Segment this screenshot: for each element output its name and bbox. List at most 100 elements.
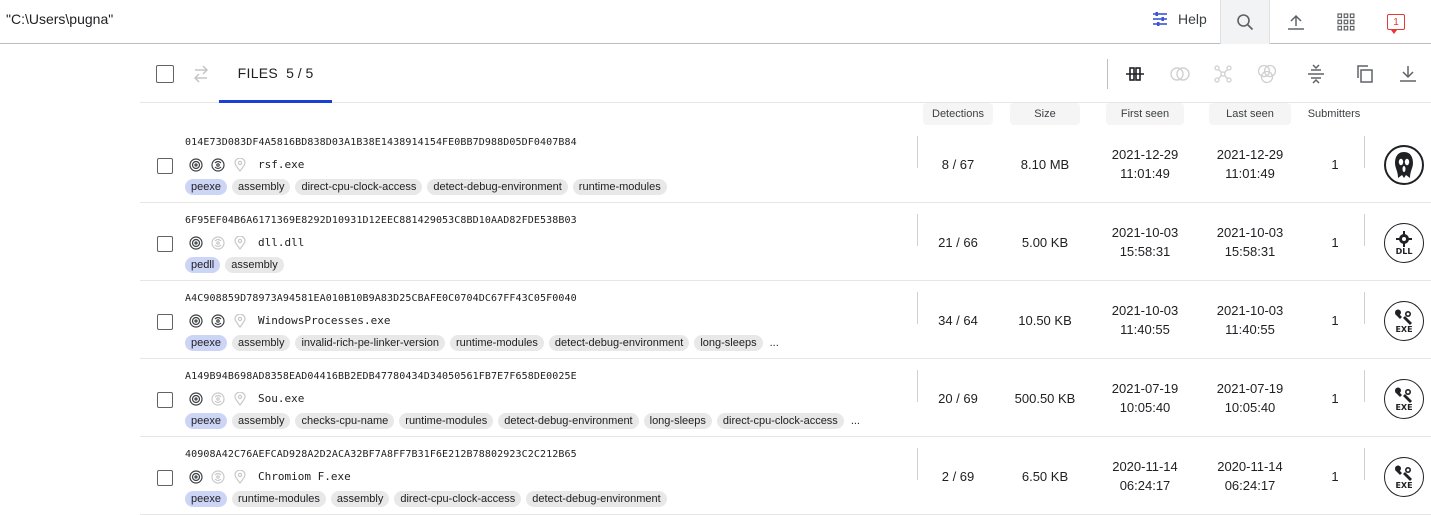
swap-button[interactable] bbox=[192, 64, 210, 89]
location-pin-icon[interactable] bbox=[232, 157, 247, 172]
tag[interactable]: long-sleeps bbox=[643, 413, 712, 429]
tag[interactable]: assembly bbox=[231, 335, 291, 351]
tag[interactable]: assembly bbox=[330, 491, 390, 507]
graph-button[interactable] bbox=[1211, 62, 1235, 86]
tag[interactable]: runtime-modules bbox=[450, 335, 544, 351]
collapse-button[interactable] bbox=[1304, 62, 1328, 86]
tag[interactable]: assembly bbox=[225, 257, 284, 273]
location-pin-icon[interactable] bbox=[232, 313, 247, 328]
file-name[interactable]: Chromiom F.exe bbox=[258, 470, 351, 483]
column-first-seen[interactable]: First seen bbox=[1106, 103, 1184, 125]
location-pin-icon[interactable] bbox=[232, 235, 247, 250]
row-checkbox[interactable] bbox=[157, 314, 173, 330]
file-name[interactable]: Sou.exe bbox=[258, 392, 304, 405]
file-meta-line: dll.dll bbox=[188, 235, 304, 250]
fingerprint-icon[interactable] bbox=[188, 157, 203, 172]
tag[interactable]: runtime-modules bbox=[399, 413, 494, 429]
size-value: 8.10 MB bbox=[1020, 156, 1070, 172]
tag[interactable]: runtime-modules bbox=[572, 179, 667, 195]
fingerprint-icon[interactable] bbox=[188, 391, 203, 406]
tag[interactable]: peexe bbox=[185, 335, 227, 351]
detections-cell[interactable]: 21 / 66 bbox=[923, 203, 993, 281]
row-checkbox[interactable] bbox=[157, 158, 173, 174]
tag[interactable]: assembly bbox=[231, 413, 291, 429]
file-hash[interactable]: A149B94B698AD8358EAD04416BB2EDB47780434D… bbox=[185, 371, 577, 382]
wrench-icon[interactable]: EXE bbox=[1384, 301, 1424, 341]
sandbox-icon[interactable] bbox=[210, 157, 225, 172]
intersect-button[interactable] bbox=[1168, 62, 1192, 86]
size-cell: 6.50 KB bbox=[1010, 437, 1080, 515]
detections-cell[interactable]: 20 / 69 bbox=[923, 359, 993, 437]
tag[interactable]: assembly bbox=[231, 179, 291, 195]
last-seen-time: 10:05:40 bbox=[1224, 400, 1276, 415]
row-checkbox[interactable] bbox=[157, 470, 173, 486]
fingerprint-icon[interactable] bbox=[188, 235, 203, 250]
table-row[interactable]: 014E73D083DF4A5816BD838D03A1B38E14389141… bbox=[140, 125, 1431, 203]
table-row[interactable]: A149B94B698AD8358EAD04416BB2EDB47780434D… bbox=[140, 359, 1431, 437]
row-checkbox[interactable] bbox=[157, 392, 173, 408]
sandbox-icon[interactable] bbox=[210, 391, 225, 406]
apps-button[interactable] bbox=[1321, 0, 1371, 44]
tag[interactable]: long-sleeps bbox=[694, 335, 763, 351]
fingerprint-icon[interactable] bbox=[188, 313, 203, 328]
tag[interactable]: direct-cpu-clock-access bbox=[295, 179, 423, 195]
file-hash[interactable]: A4C908859D78973A94581EA010B10B9A83D25CBA… bbox=[185, 293, 577, 304]
search-query[interactable]: "C:\Users\pugna" bbox=[6, 11, 113, 27]
location-pin-icon[interactable] bbox=[232, 391, 247, 406]
size-value: 5.00 KB bbox=[1021, 234, 1069, 250]
file-name[interactable]: rsf.exe bbox=[258, 158, 304, 171]
sandbox-icon[interactable] bbox=[210, 469, 225, 484]
tag[interactable]: detect-debug-environment bbox=[548, 335, 690, 351]
notifications-button[interactable]: 1 bbox=[1371, 0, 1421, 44]
tag[interactable]: peexe bbox=[185, 491, 227, 507]
file-hash[interactable]: 40908A42C76AEFCAD928A2D2ACA32BF7A8FF7B31… bbox=[185, 449, 577, 460]
venn-button[interactable] bbox=[1255, 62, 1279, 86]
sandbox-icon[interactable] bbox=[210, 235, 225, 250]
ghost-icon[interactable] bbox=[1384, 145, 1424, 185]
sandbox-icon[interactable] bbox=[210, 313, 225, 328]
upload-button[interactable] bbox=[1271, 0, 1321, 44]
more-tags[interactable]: ... bbox=[851, 415, 860, 427]
file-hash[interactable]: 014E73D083DF4A5816BD838D03A1B38E14389141… bbox=[185, 137, 577, 148]
file-name[interactable]: WindowsProcesses.exe bbox=[258, 314, 390, 327]
table-row[interactable]: 6F95EF04B6A6171369E8292D10931D12EEC88142… bbox=[140, 203, 1431, 281]
tag[interactable]: direct-cpu-clock-access bbox=[394, 491, 522, 507]
compare-button[interactable] bbox=[1123, 62, 1147, 86]
gear-icon[interactable]: DLL bbox=[1384, 223, 1424, 263]
copy-button[interactable] bbox=[1353, 62, 1377, 86]
tag[interactable]: invalid-rich-pe-linker-version bbox=[295, 335, 445, 351]
row-checkbox[interactable] bbox=[157, 236, 173, 252]
wrench-icon[interactable]: EXE bbox=[1384, 457, 1424, 497]
tag[interactable]: detect-debug-environment bbox=[498, 413, 639, 429]
tab-files[interactable]: FILES 5 / 5 bbox=[219, 45, 332, 103]
table-row[interactable]: 40908A42C76AEFCAD928A2D2ACA32BF7A8FF7B31… bbox=[140, 437, 1431, 515]
detections-cell[interactable]: 8 / 67 bbox=[923, 125, 993, 203]
column-size[interactable]: Size bbox=[1010, 103, 1080, 125]
tag-list: peexe runtime-modules assembly direct-cpu-c… bbox=[185, 491, 674, 507]
tag[interactable]: detect-debug-environment bbox=[526, 491, 667, 507]
tag[interactable]: peexe bbox=[185, 413, 227, 429]
more-tags[interactable]: ... bbox=[770, 337, 779, 349]
detections-value: 8 / 67 bbox=[941, 156, 975, 172]
tag[interactable]: detect-debug-environment bbox=[427, 179, 568, 195]
table-row[interactable]: A4C908859D78973A94581EA010B10B9A83D25CBA… bbox=[140, 281, 1431, 359]
column-detections[interactable]: Detections bbox=[923, 103, 993, 125]
tag[interactable]: peexe bbox=[185, 179, 227, 195]
download-button[interactable] bbox=[1396, 62, 1420, 86]
help-button[interactable]: Help bbox=[1152, 9, 1207, 29]
column-last-seen[interactable]: Last seen bbox=[1209, 103, 1291, 125]
column-submitters[interactable]: Submitters bbox=[1301, 103, 1367, 125]
tag[interactable]: direct-cpu-clock-access bbox=[716, 413, 844, 429]
fingerprint-icon[interactable] bbox=[188, 469, 203, 484]
select-all-checkbox[interactable] bbox=[156, 65, 174, 83]
file-hash[interactable]: 6F95EF04B6A6171369E8292D10931D12EEC88142… bbox=[185, 215, 577, 226]
tag[interactable]: checks-cpu-name bbox=[295, 413, 395, 429]
tag[interactable]: pedll bbox=[185, 257, 221, 273]
tag[interactable]: runtime-modules bbox=[231, 491, 326, 507]
detections-cell[interactable]: 2 / 69 bbox=[923, 437, 993, 515]
wrench-icon[interactable]: EXE bbox=[1384, 379, 1424, 419]
detections-cell[interactable]: 34 / 64 bbox=[923, 281, 993, 359]
location-pin-icon[interactable] bbox=[232, 469, 247, 484]
search-button[interactable] bbox=[1220, 0, 1270, 44]
file-name[interactable]: dll.dll bbox=[258, 236, 304, 249]
